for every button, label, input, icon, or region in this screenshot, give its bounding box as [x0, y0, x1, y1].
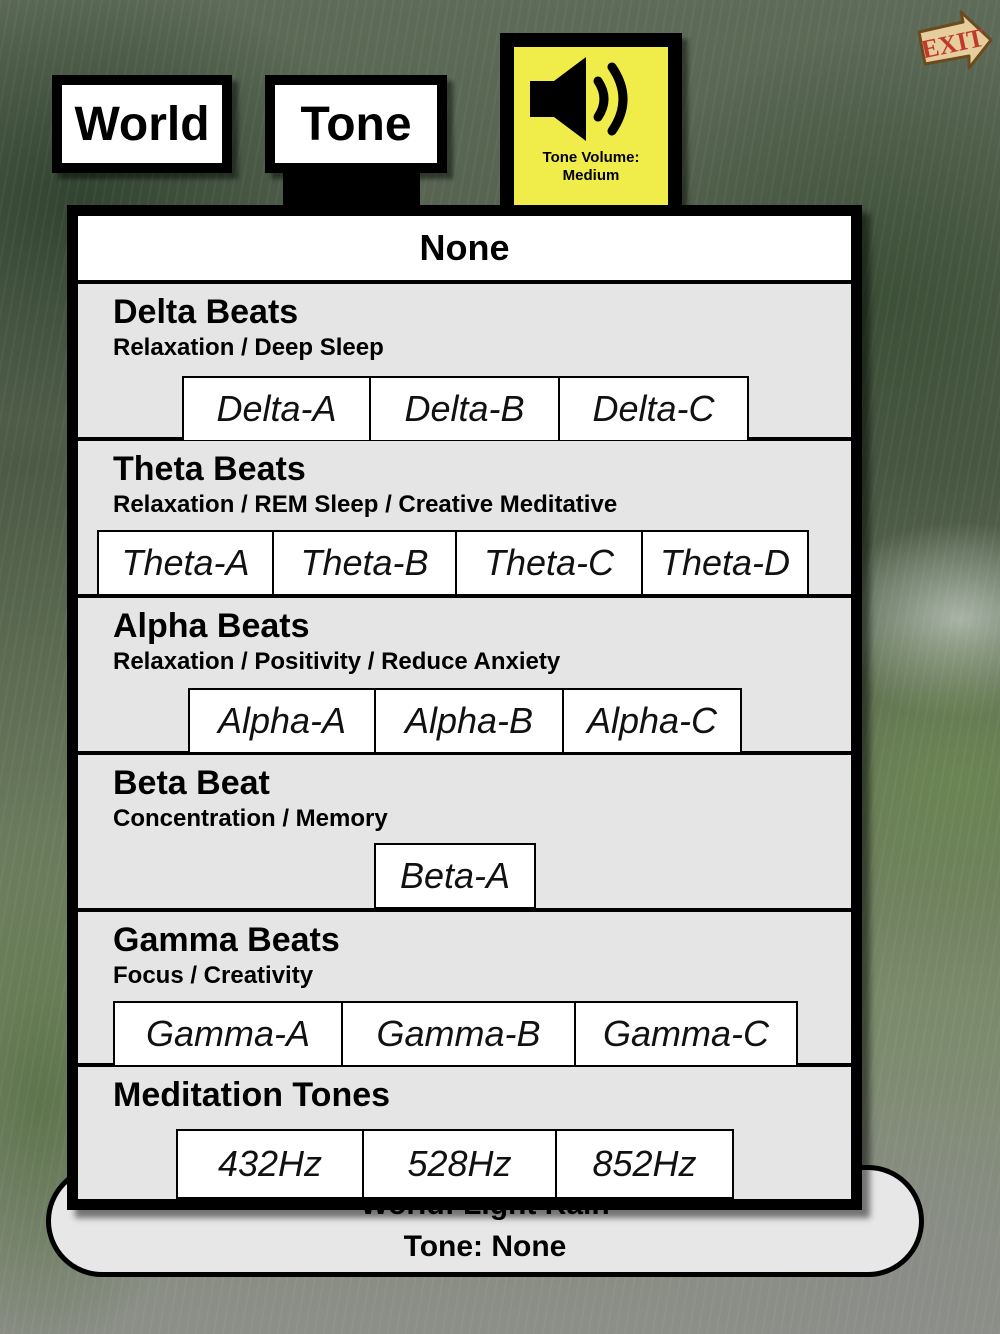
section-alpha: Alpha Beats Relaxation / Positivity / Re… [78, 598, 851, 755]
section-theta: Theta Beats Relaxation / REM Sleep / Cre… [78, 441, 851, 598]
section-gamma: Gamma Beats Focus / Creativity Gamma-A G… [78, 912, 851, 1067]
section-title: Alpha Beats [113, 607, 310, 645]
alpha-button-group: Alpha-A Alpha-B Alpha-C [188, 688, 742, 754]
section-subtitle: Relaxation / Positivity / Reduce Anxiety [113, 648, 561, 675]
theta-d-button[interactable]: Theta-D [643, 532, 807, 594]
tone-432hz-button[interactable]: 432Hz [178, 1131, 364, 1197]
tone-selection-panel: None Delta Beats Relaxation / Deep Sleep… [67, 205, 862, 1210]
theta-b-button[interactable]: Theta-B [274, 532, 457, 594]
tone-volume-label: Tone Volume: [542, 149, 640, 166]
exit-arrow-icon: EXIT [917, 10, 993, 70]
exit-button[interactable]: EXIT [915, 8, 995, 74]
tone-volume-button[interactable]: Tone Volume: Medium [500, 33, 682, 205]
gamma-button-group: Gamma-A Gamma-B Gamma-C [113, 1001, 798, 1067]
section-title: Meditation Tones [113, 1076, 391, 1114]
delta-c-button[interactable]: Delta-C [560, 378, 747, 440]
alpha-b-button[interactable]: Alpha-B [376, 690, 564, 752]
tab-tone-label: Tone [275, 85, 437, 163]
section-title: Theta Beats [113, 450, 306, 488]
none-option[interactable]: None [78, 216, 851, 284]
status-tone: Tone: None [403, 1230, 567, 1263]
gamma-c-button[interactable]: Gamma-C [576, 1003, 796, 1065]
section-title: Delta Beats [113, 293, 299, 331]
meditation-button-group: 432Hz 528Hz 852Hz [176, 1129, 734, 1199]
section-title: Gamma Beats [113, 921, 340, 959]
section-subtitle: Relaxation / Deep Sleep [113, 334, 384, 361]
section-subtitle: Relaxation / REM Sleep / Creative Medita… [113, 491, 618, 518]
section-delta: Delta Beats Relaxation / Deep Sleep Delt… [78, 284, 851, 442]
delta-a-button[interactable]: Delta-A [184, 378, 371, 440]
tab-tone[interactable]: Tone [265, 75, 447, 173]
theta-a-button[interactable]: Theta-A [99, 532, 274, 594]
section-subtitle: Concentration / Memory [113, 805, 388, 832]
tab-world[interactable]: World [52, 75, 232, 173]
active-tab-connector [283, 170, 420, 210]
section-beta: Beta Beat Concentration / Memory Beta-A [78, 755, 851, 912]
beta-button-group: Beta-A [374, 843, 536, 909]
section-subtitle: Focus / Creativity [113, 962, 314, 989]
gamma-b-button[interactable]: Gamma-B [343, 1003, 576, 1065]
alpha-a-button[interactable]: Alpha-A [190, 690, 376, 752]
beta-a-button[interactable]: Beta-A [376, 845, 534, 907]
theta-button-group: Theta-A Theta-B Theta-C Theta-D [97, 530, 809, 596]
tone-852hz-button[interactable]: 852Hz [557, 1131, 732, 1197]
section-title: Beta Beat [113, 764, 270, 802]
alpha-c-button[interactable]: Alpha-C [564, 690, 740, 752]
tone-528hz-button[interactable]: 528Hz [364, 1131, 557, 1197]
tone-volume-value: Medium [562, 167, 620, 184]
speaker-icon [530, 57, 628, 141]
delta-button-group: Delta-A Delta-B Delta-C [182, 376, 749, 442]
section-meditation: Meditation Tones 432Hz 528Hz 852Hz [78, 1067, 851, 1199]
tab-world-label: World [62, 85, 222, 163]
theta-c-button[interactable]: Theta-C [457, 532, 643, 594]
gamma-a-button[interactable]: Gamma-A [115, 1003, 343, 1065]
delta-b-button[interactable]: Delta-B [371, 378, 560, 440]
